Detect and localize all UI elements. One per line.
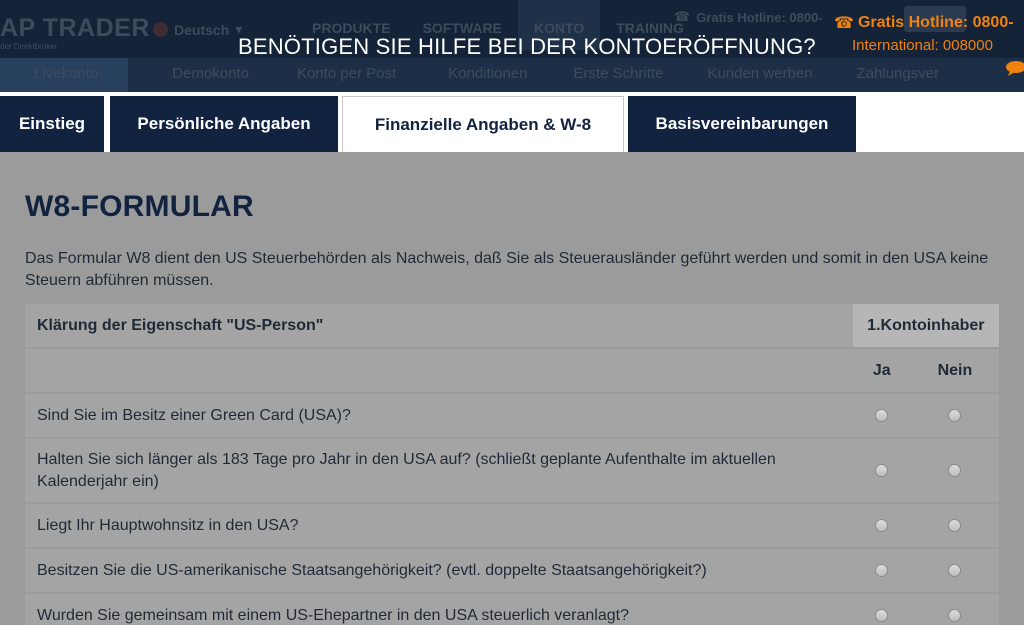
international-hotline[interactable]: International: 008000 <box>852 37 993 54</box>
subnav-zahlungsverkehr[interactable]: Zahlungsver <box>857 58 940 92</box>
form-content: W8-FORMULAR Das Formular W8 dient den US… <box>0 152 1024 625</box>
tab-finanzielle-angaben[interactable]: Finanzielle Angaben & W-8 <box>342 96 624 152</box>
183-days-no-radio[interactable] <box>948 463 962 477</box>
183-days-yes-radio[interactable] <box>875 463 889 477</box>
tab-basisvereinbarungen[interactable]: Basisvereinbarungen <box>628 96 856 152</box>
table-row: Liegt Ihr Hauptwohnsitz in den USA? <box>25 504 999 547</box>
question-main-residence: Liegt Ihr Hauptwohnsitz in den USA? <box>25 504 853 547</box>
language-label: Deutsch <box>174 21 230 38</box>
us-person-table: Klärung der Eigenschaft "US-Person" 1.Ko… <box>25 302 999 625</box>
green-card-yes-radio[interactable] <box>875 408 889 422</box>
question-joint-taxation: Wurden Sie gemeinsam mit einem US-Ehepar… <box>25 594 853 625</box>
subnav-konditionen[interactable]: Konditionen <box>448 58 527 92</box>
table-row: Besitzen Sie die US-amerikanische Staats… <box>25 549 999 592</box>
step-tabs: Einstieg Persönliche Angaben Finanzielle… <box>0 92 1024 152</box>
phone-icon: ☎ <box>674 9 691 24</box>
header-hotline: ☎ Gratis Hotline: 0800- <box>674 9 823 25</box>
main-residence-no-radio[interactable] <box>948 518 962 532</box>
citizenship-yes-radio[interactable] <box>875 563 889 577</box>
phone-icon: ☎ <box>834 15 854 32</box>
table-row: Halten Sie sich länger als 183 Tage pro … <box>25 439 999 502</box>
subnav-kunden-werben[interactable]: Kunden werben <box>707 58 812 92</box>
sub-navigation: Livekonto Demokonto Konto per Post Kondi… <box>0 58 1024 92</box>
subnav-konto-per-post[interactable]: Konto per Post <box>297 58 396 92</box>
subheader-empty <box>25 349 853 392</box>
citizenship-no-radio[interactable] <box>948 563 962 577</box>
chat-bubble-icon[interactable] <box>1005 60 1024 81</box>
joint-taxation-yes-radio[interactable] <box>875 608 889 622</box>
header-account-holder: 1.Kontoinhaber <box>852 304 999 347</box>
header-question: Klärung der Eigenschaft "US-Person" <box>25 304 853 347</box>
language-selector[interactable]: Deutsch ▾ <box>153 21 242 38</box>
main-residence-yes-radio[interactable] <box>875 518 889 532</box>
header-yes: Ja <box>852 349 911 392</box>
table-subheader-row: Ja Nein <box>25 349 999 392</box>
question-citizenship: Besitzen Sie die US-amerikanische Staats… <box>25 549 853 592</box>
help-banner-title: BENÖTIGEN SIE HILFE BEI DER KONTOERÖFFNU… <box>238 34 816 59</box>
question-183-days: Halten Sie sich länger als 183 Tage pro … <box>25 439 853 502</box>
flag-icon <box>153 22 168 37</box>
tab-persoenliche-angaben[interactable]: Persönliche Angaben <box>110 96 338 152</box>
table-row: Sind Sie im Besitz einer Green Card (USA… <box>25 394 999 437</box>
subnav-erste-schritte[interactable]: Erste Schritte <box>573 58 663 92</box>
site-logo[interactable]: AP TRADER <box>0 14 150 43</box>
hotline-link[interactable]: ☎ Gratis Hotline: 0800- <box>834 13 1014 33</box>
header-no: Nein <box>910 349 999 392</box>
form-description: Das Formular W8 dient den US Steuerbehör… <box>25 250 989 289</box>
table-header-row: Klärung der Eigenschaft "US-Person" 1.Ko… <box>25 304 999 347</box>
table-row: Wurden Sie gemeinsam mit einem US-Ehepar… <box>25 594 999 625</box>
subnav-livekonto[interactable]: Livekonto <box>0 58 129 92</box>
joint-taxation-no-radio[interactable] <box>948 608 962 622</box>
site-logo-subtitle: der Direktbroker <box>0 42 58 51</box>
subnav-demokonto[interactable]: Demokonto <box>172 58 249 92</box>
page-title: W8-FORMULAR <box>25 190 254 223</box>
tab-einstieg[interactable]: Einstieg <box>0 96 104 152</box>
question-green-card: Sind Sie im Besitz einer Green Card (USA… <box>25 394 853 437</box>
green-card-no-radio[interactable] <box>948 408 962 422</box>
